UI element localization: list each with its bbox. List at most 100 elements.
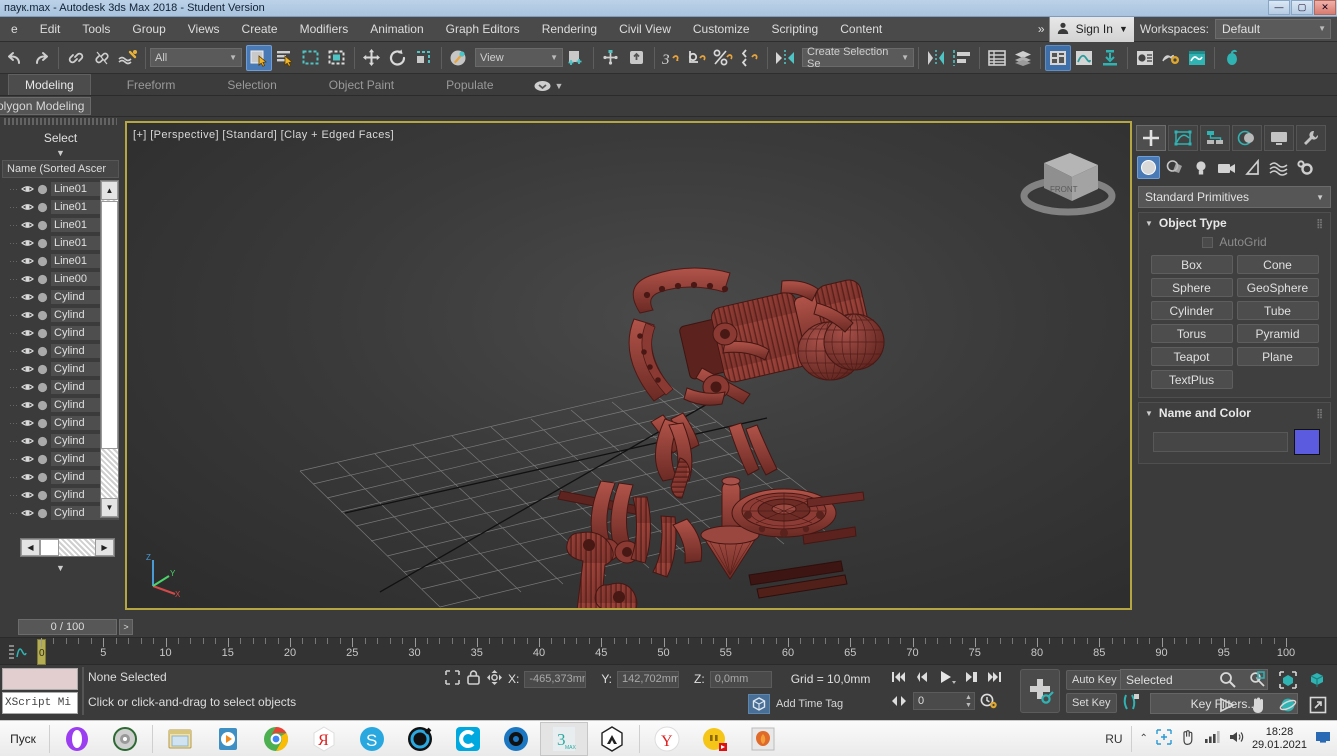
select-by-name-icon[interactable] [272,45,298,71]
visibility-toggle-icon[interactable] [20,508,35,518]
name-and-color-header[interactable]: ▼ Name and Color ⣿ [1139,403,1330,423]
selection-filter-select[interactable]: All ▼ [150,48,242,67]
freeze-toggle-icon[interactable] [35,328,49,339]
shapes-icon[interactable] [1163,156,1186,179]
teapot-button[interactable]: Teapot [1150,347,1233,366]
scroll-up-button[interactable]: ▲ [101,181,118,200]
import-icon[interactable] [1097,45,1123,71]
motion-tab[interactable] [1232,125,1262,151]
network-icon[interactable] [1204,730,1220,747]
scene-explorer-expand-icon[interactable]: ▼ [0,563,121,575]
window-crossing-icon[interactable] [324,45,350,71]
tab-modeling[interactable]: Modeling [8,74,91,95]
menu-item-civil-view[interactable]: Civil View [608,18,682,40]
minimize-button[interactable]: — [1268,0,1290,15]
autogrid-checkbox[interactable] [1202,236,1214,248]
freeze-toggle-icon[interactable] [35,184,49,195]
z-value-field[interactable]: 0,0mm [709,670,772,688]
box-button[interactable]: Box [1150,255,1233,274]
visibility-toggle-icon[interactable] [20,454,35,464]
visibility-toggle-icon[interactable] [20,364,35,374]
bind-to-space-warp-icon[interactable] [115,45,141,71]
ribbon-subtab-polygon-modeling[interactable]: olygon Modeling [0,97,92,115]
column-header-name[interactable]: Name (Sorted Ascer [2,160,119,178]
mirror-icon[interactable] [772,45,798,71]
visibility-toggle-icon[interactable] [20,490,35,500]
textplus-button[interactable]: TextPlus [1150,370,1233,389]
cone-button[interactable]: Cone [1236,255,1319,274]
select-and-move-icon[interactable] [359,45,385,71]
menu-item-animation[interactable]: Animation [359,18,434,40]
hscroll-thumb[interactable] [40,539,59,556]
display-tab[interactable] [1264,125,1294,151]
systems-icon[interactable] [1293,156,1316,179]
x-value-field[interactable]: -465,373mm [524,670,587,688]
current-frame-field[interactable]: 0 ▲ ▼ [913,692,975,710]
tube-button[interactable]: Tube [1236,301,1319,320]
visibility-toggle-icon[interactable] [20,220,35,230]
rectangular-selection-region-icon[interactable] [298,45,324,71]
freeze-toggle-icon[interactable] [35,220,49,231]
render-setup-icon[interactable] [1158,45,1184,71]
scroll-left-button[interactable]: ◀ [21,539,40,556]
object-name-input[interactable] [1153,432,1288,452]
visibility-toggle-icon[interactable] [20,418,35,428]
language-indicator[interactable]: RU [1105,732,1122,746]
chevron-up-icon[interactable]: ⌃ [1140,733,1148,744]
menu-item-tools[interactable]: Tools [71,18,121,40]
visibility-toggle-icon[interactable] [20,238,35,248]
menu-overflow-icon[interactable]: » [1034,22,1049,36]
disc-icon[interactable] [101,722,149,756]
taskbar-clock[interactable]: 18:28 29.01.2021 [1252,726,1307,752]
reference-coordinate-select[interactable]: View ▼ [475,48,563,67]
menu-item-customize[interactable]: Customize [682,18,761,40]
perspective-viewport[interactable]: [+] [Perspective] [Standard] [Clay + Edg… [125,121,1132,610]
maxscript-listener-output[interactable] [2,668,78,690]
cameras-icon[interactable] [1215,156,1238,179]
freeze-toggle-icon[interactable] [35,364,49,375]
sphere-button[interactable]: Sphere [1150,278,1233,297]
key-mode-toggle-icon[interactable] [888,691,910,711]
maximize-viewport-toggle-icon[interactable] [1303,692,1333,717]
render-production-icon[interactable] [1219,45,1245,71]
freeze-toggle-icon[interactable] [35,202,49,213]
visibility-toggle-icon[interactable] [20,328,35,338]
layer-manager-icon[interactable] [1010,45,1036,71]
object-type-header[interactable]: ▼ Object Type ⣿ [1139,213,1330,233]
freeze-toggle-icon[interactable] [35,418,49,429]
pyramid-button[interactable]: Pyramid [1236,324,1319,343]
selection-lock-region-icon[interactable] [444,669,461,689]
absolute-relative-mode-icon[interactable] [486,669,503,689]
visibility-toggle-icon[interactable] [20,256,35,266]
sign-in-button[interactable]: Sign In ▼ [1048,16,1134,42]
geometry-icon[interactable] [1137,156,1160,179]
time-configuration-icon[interactable] [978,691,1000,711]
create-tab[interactable] [1136,125,1166,151]
freeze-toggle-icon[interactable] [35,472,49,483]
folder-icon[interactable] [156,722,204,756]
freeze-toggle-icon[interactable] [35,256,49,267]
visibility-toggle-icon[interactable] [20,346,35,356]
3dsmax-icon[interactable]: 3 MAX [540,721,588,756]
space-warps-icon[interactable] [1267,156,1290,179]
object-list[interactable]: ··· Line01 ··· Line01 ··· Line01 ··· Line01 ··· L… [2,180,119,535]
close-button[interactable]: ✕ [1314,0,1336,15]
maxscript-mini-listener[interactable]: XScript Mi [2,692,78,714]
visibility-toggle-icon[interactable] [20,310,35,320]
snaps-toggle-icon[interactable] [598,45,624,71]
spinner-snap-icon[interactable] [685,45,711,71]
yandex-icon[interactable]: Я [300,722,348,756]
selection-lock-icon[interactable] [466,669,481,689]
menu-item-modifiers[interactable]: Modifiers [289,18,360,40]
tab-selection[interactable]: Selection [211,75,292,95]
c-icon[interactable] [444,722,492,756]
menu-item-rendering[interactable]: Rendering [531,18,608,40]
menu-item-content[interactable]: Content [829,18,893,40]
pan-view-icon[interactable] [1243,692,1273,717]
select-and-rotate-icon[interactable] [385,45,411,71]
select-and-link-icon[interactable] [63,45,89,71]
helpers-icon[interactable] [1241,156,1264,179]
visibility-toggle-icon[interactable] [20,184,35,194]
redo-icon[interactable] [28,45,54,71]
opera-gx-icon[interactable] [396,722,444,756]
